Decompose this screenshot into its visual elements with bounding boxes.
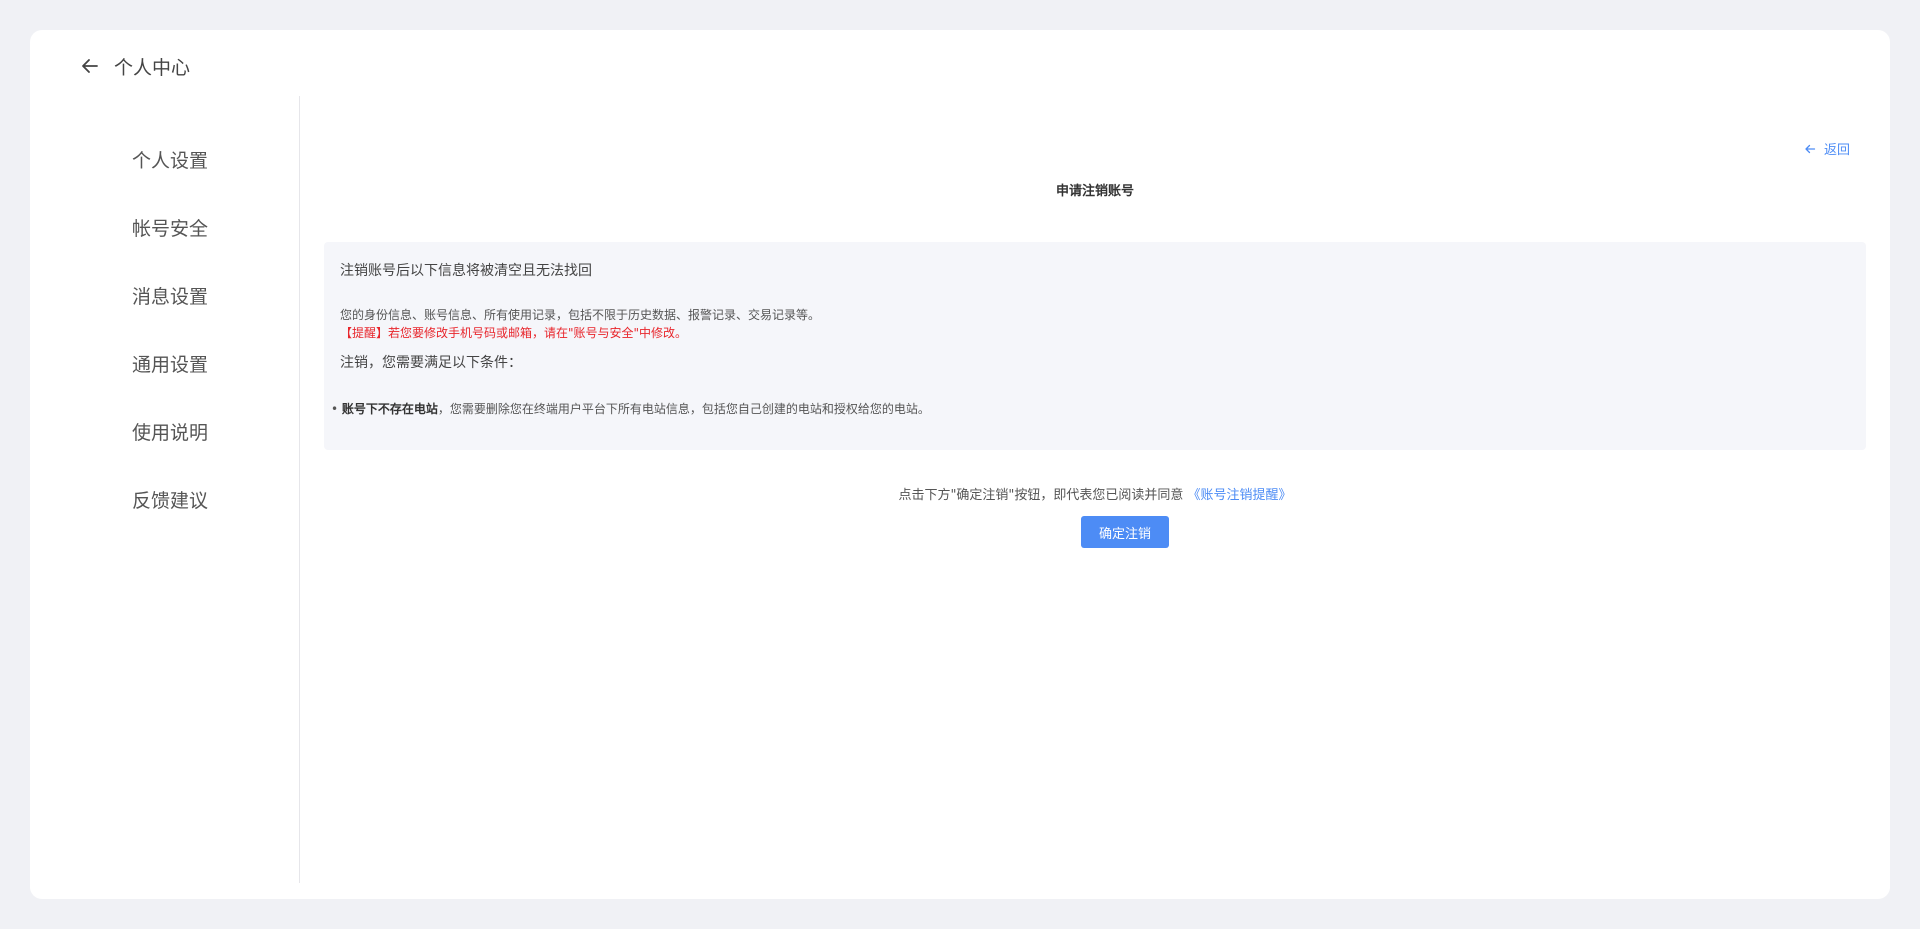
deactivation-info-box: 注销账号后以下信息将被清空且无法找回 您的身份信息、账号信息、所有使用记录，包括…	[324, 242, 1866, 450]
agreement-line: 点击下方"确定注销"按钮，即代表您已阅读并同意 《账号注销提醒》	[300, 484, 1890, 503]
agreement-text: 点击下方"确定注销"按钮，即代表您已阅读并同意	[898, 488, 1184, 503]
main-content: 返回 申请注销账号 注销账号后以下信息将被清空且无法找回 您的身份信息、账号信息…	[300, 96, 1890, 899]
info-heading: 注销账号后以下信息将被清空且无法找回	[340, 263, 592, 279]
info-warning-text: 【提醒】若您要修改手机号码或邮箱，请在"账号与安全"中修改。	[340, 326, 688, 340]
sidebar-item-account-security[interactable]: 帐号安全	[132, 214, 208, 241]
page-header: 个人中心	[80, 48, 190, 84]
sidebar-item-personal-settings[interactable]: 个人设置	[132, 146, 208, 173]
confirm-deactivation-button[interactable]: 确定注销	[1081, 516, 1169, 548]
bullet-dot: •	[331, 402, 342, 416]
arrow-left-icon[interactable]	[80, 55, 102, 77]
sidebar-item-instructions[interactable]: 使用说明	[132, 418, 208, 445]
sidebar-item-general-settings[interactable]: 通用设置	[132, 350, 208, 377]
conditions-heading: 注销，您需要满足以下条件：	[340, 355, 522, 371]
page-header-title: 个人中心	[114, 56, 191, 79]
page-title: 申请注销账号	[1055, 184, 1134, 199]
condition-description: ，您需要删除您在终端用户平台下所有电站信息，包括您自己创建的电站和授权给您的电站…	[437, 402, 930, 416]
sidebar-item-feedback[interactable]: 反馈建议	[132, 486, 208, 513]
settings-card: 个人中心 个人设置 帐号安全 消息设置 通用设置 使用说明 反馈建议 返回 申请…	[30, 30, 1890, 899]
sidebar-item-message-settings[interactable]: 消息设置	[132, 282, 208, 309]
deactivation-notice-link[interactable]: 《账号注销提醒》	[1188, 488, 1292, 503]
sidebar: 个人设置 帐号安全 消息设置 通用设置 使用说明 反馈建议	[30, 96, 300, 883]
condition-title: 账号下不存在电站	[341, 402, 438, 416]
return-link[interactable]: 返回	[1804, 139, 1850, 158]
arrow-left-icon	[1804, 143, 1816, 155]
condition-item: • 账号下不存在电站，您需要删除您在终端用户平台下所有电站信息，包括您自己创建的…	[331, 400, 930, 417]
info-data-cleared-text: 您的身份信息、账号信息、所有使用记录，包括不限于历史数据、报警记录、交易记录等。	[340, 308, 821, 322]
return-label: 返回	[1823, 143, 1850, 158]
